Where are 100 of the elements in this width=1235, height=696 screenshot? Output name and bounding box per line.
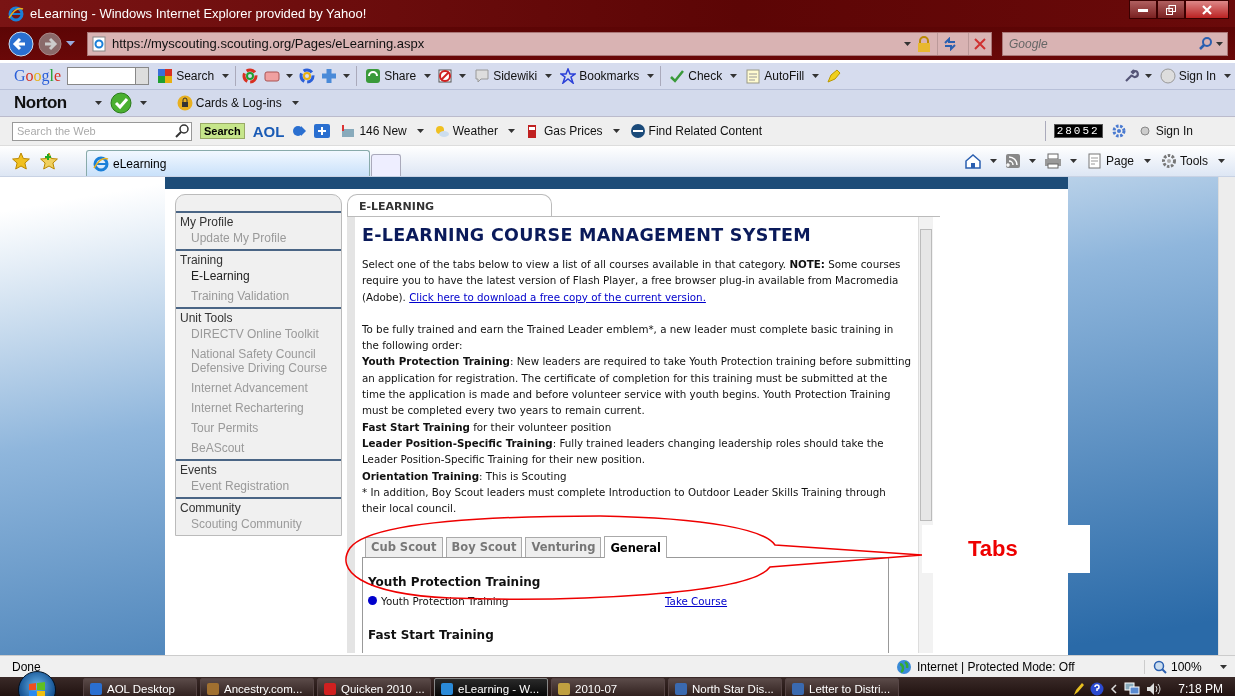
taskbar-button[interactable]: 2010-07 — [551, 678, 665, 696]
sidebar-heading[interactable]: My Profile — [176, 213, 341, 229]
address-field[interactable]: https://myscouting.scouting.org/Pages/eLearning.aspx — [87, 31, 992, 56]
taskbar-button[interactable]: North Star Dis... — [668, 678, 782, 696]
browser-tab[interactable]: eLearning — [86, 150, 370, 176]
caret-icon[interactable] — [343, 74, 351, 78]
caret-icon[interactable] — [1216, 41, 1223, 46]
card-icon[interactable] — [264, 68, 281, 84]
caret-icon[interactable] — [416, 129, 424, 133]
caret-icon[interactable] — [286, 74, 294, 78]
app-icon — [440, 682, 454, 696]
sidebar-heading[interactable]: Community — [176, 499, 341, 515]
toolbar-button[interactable]: Sidewiki — [472, 68, 540, 84]
stop-icon[interactable] — [974, 37, 986, 50]
search-input[interactable]: Google — [1007, 32, 1195, 55]
plus-icon[interactable] — [321, 68, 338, 84]
search-button[interactable]: Search — [200, 123, 245, 139]
caret-icon[interactable] — [647, 74, 655, 78]
taskbar-button[interactable]: AOL Desktop — [83, 678, 197, 696]
help-icon[interactable] — [1090, 682, 1105, 696]
caret-icon[interactable] — [1144, 74, 1152, 78]
scrollbar[interactable] — [918, 217, 933, 653]
toolbar-button[interactable]: Tools — [1159, 153, 1210, 169]
page-scrollbar[interactable] — [1218, 177, 1235, 655]
minimize-button[interactable] — [1129, 0, 1157, 19]
caret-icon[interactable] — [1144, 159, 1151, 163]
caret-icon[interactable] — [139, 101, 147, 105]
close-button[interactable] — [1185, 0, 1229, 19]
course-tab[interactable]: Cub Scout — [365, 537, 443, 558]
plus-square-icon[interactable] — [314, 124, 331, 138]
toolbar-button[interactable]: Cards & Log-ins — [174, 95, 284, 111]
home-icon[interactable] — [963, 153, 982, 169]
caret-icon[interactable] — [1224, 74, 1231, 78]
toolbar-button[interactable]: Gas Prices — [522, 123, 605, 139]
toolbar-button[interactable]: Bookmarks — [558, 68, 642, 84]
toolbar-button[interactable]: Search — [155, 68, 217, 84]
taskbar-button[interactable]: Ancestry.com... — [200, 678, 314, 696]
sidebar-heading[interactable]: Events — [176, 461, 341, 477]
zoom-icon[interactable] — [1153, 659, 1167, 674]
caret-icon[interactable] — [1219, 664, 1227, 669]
toolbar-button[interactable]: Page — [1084, 153, 1136, 169]
caret-icon[interactable] — [1069, 159, 1077, 163]
app-icon — [674, 682, 688, 696]
search-combo-box[interactable] — [67, 67, 150, 85]
taskbar-button[interactable]: Quicken 2010 ... — [317, 678, 431, 696]
sidebar-heading[interactable]: Training — [176, 251, 341, 267]
download-link[interactable]: Click here to download a free copy of the current version. — [409, 290, 706, 303]
favorites-star-icon[interactable] — [12, 152, 30, 170]
caret-icon[interactable] — [904, 41, 911, 46]
chevron-icon[interactable] — [1110, 684, 1119, 694]
caret-icon[interactable] — [459, 74, 467, 78]
toolbar-button[interactable]: AutoFill — [743, 68, 807, 84]
toolbar-button[interactable]: Weather — [431, 123, 500, 139]
course-tab[interactable]: Venturing — [525, 537, 602, 558]
maximize-button[interactable] — [1157, 0, 1185, 19]
caret-icon[interactable] — [730, 74, 738, 78]
course-tab[interactable]: Boy Scout — [445, 537, 523, 558]
caret-icon[interactable] — [812, 74, 820, 78]
check-circle-icon[interactable] — [109, 92, 132, 114]
caret-icon[interactable] — [66, 41, 75, 46]
toolbar-button[interactable]: Sign In — [1157, 68, 1218, 84]
caret-icon[interactable] — [94, 101, 102, 105]
caret-icon[interactable] — [1218, 159, 1225, 163]
norton-logo[interactable]: Norton — [12, 93, 69, 113]
network-icon[interactable] — [1124, 682, 1141, 696]
search-icon[interactable] — [175, 124, 189, 138]
add-favorite-icon[interactable] — [40, 152, 58, 170]
caret-icon[interactable] — [612, 129, 620, 133]
sidebar-heading[interactable]: Unit Tools — [176, 309, 341, 325]
group-heading: Fast Start Training — [368, 627, 495, 644]
pen-icon[interactable] — [1072, 682, 1085, 696]
toolbar-button[interactable]: Sign In — [1134, 123, 1195, 139]
taskbar-button[interactable]: Letter to Distri... — [785, 678, 899, 696]
group-heading: Youth Protection Training — [368, 574, 542, 591]
caret-icon[interactable] — [291, 101, 299, 105]
take-course-link[interactable]: Take Course — [665, 592, 728, 610]
page-heading: E-LEARNING COURSE MANAGEMENT SYSTEM — [362, 224, 812, 246]
caret-icon[interactable] — [222, 74, 230, 78]
toolbar-button[interactable]: Share — [363, 68, 419, 84]
caret-icon[interactable] — [424, 74, 432, 78]
toolbar-button[interactable]: 146 New — [338, 123, 409, 139]
caret-icon[interactable] — [989, 159, 997, 163]
toolbar-button[interactable]: Find Related Content — [627, 123, 764, 139]
caret-icon[interactable] — [507, 129, 515, 133]
toolbar-button[interactable]: Check — [667, 68, 725, 84]
course-tab[interactable]: General — [604, 536, 667, 559]
taskbar-button[interactable]: eLearning - W... — [434, 678, 548, 696]
feed-icon[interactable] — [1004, 153, 1021, 169]
sidebar-link[interactable]: E-Learning — [176, 267, 341, 287]
search-field[interactable]: Search the Web — [12, 121, 192, 141]
settings-icon[interactable] — [1110, 123, 1127, 139]
speaker-icon[interactable] — [1146, 682, 1163, 696]
window-title: eLearning - Windows Internet Explorer provided by Yahoo! — [30, 6, 368, 21]
refresh-icon[interactable] — [943, 36, 957, 51]
blocked-popup-icon[interactable] — [437, 68, 454, 84]
caret-icon[interactable] — [1028, 159, 1036, 163]
search-field[interactable]: Google — [1002, 31, 1228, 56]
zoom-level[interactable]: 100% — [1171, 659, 1202, 674]
caret-icon[interactable] — [545, 74, 553, 78]
printer-icon[interactable] — [1043, 153, 1062, 169]
